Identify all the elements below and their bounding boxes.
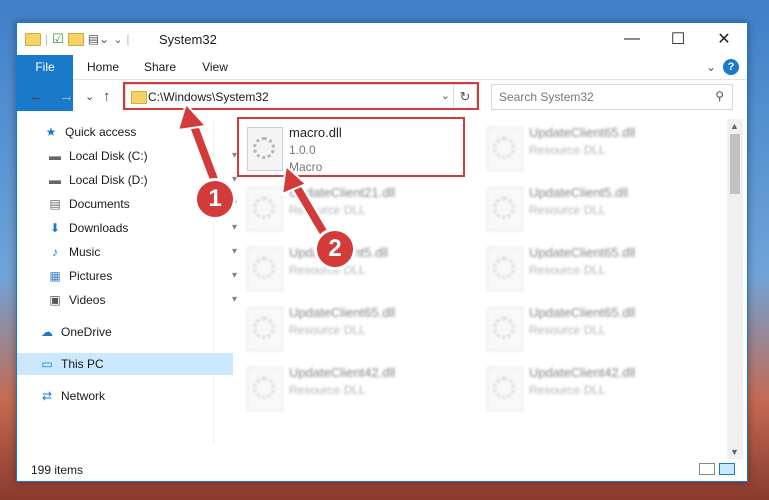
step-1-badge: 1 [194, 178, 236, 220]
annotation-arrows [176, 102, 335, 247]
arrow-1-head [176, 102, 209, 132]
step-2-badge: 2 [314, 228, 356, 270]
